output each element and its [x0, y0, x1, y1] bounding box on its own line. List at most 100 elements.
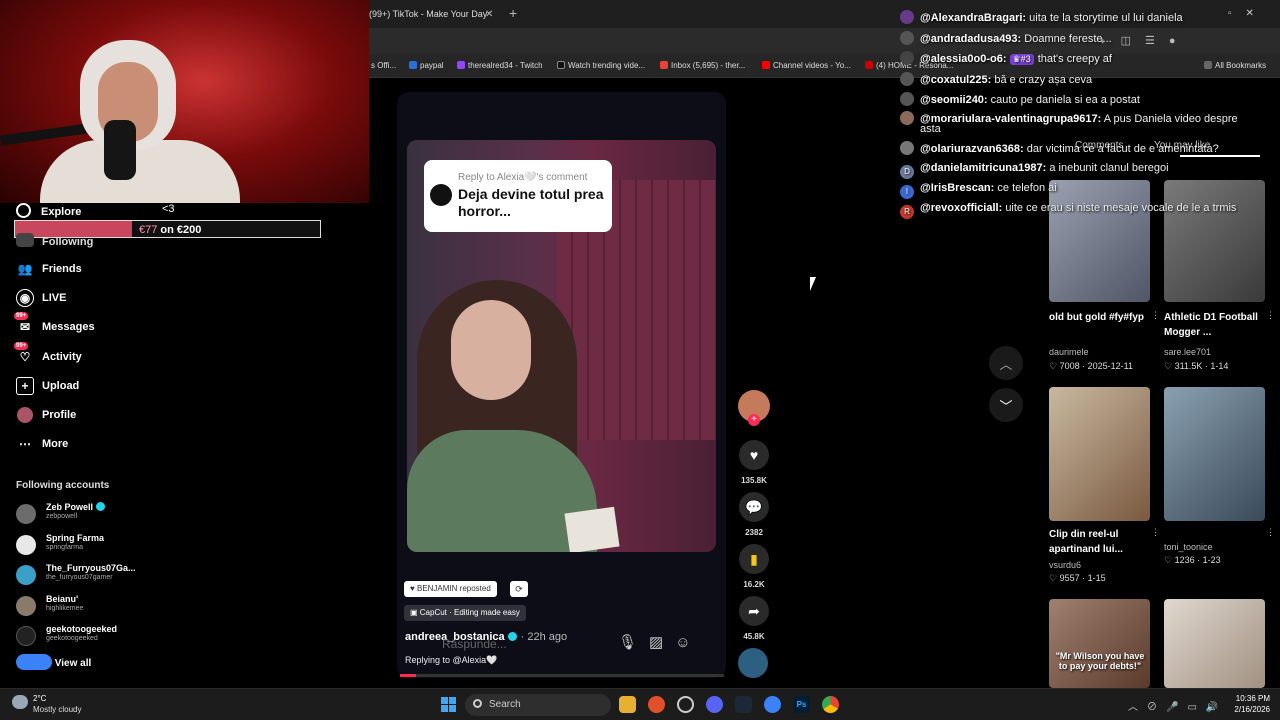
- chat-message-continuation: asta: [920, 123, 941, 135]
- chrome-icon[interactable]: [822, 696, 839, 713]
- messages-badge: 99+: [14, 312, 29, 320]
- tab-title: (99+) TikTok - Make Your Day: [369, 9, 488, 19]
- window-controls[interactable]: ▫✕: [1228, 8, 1268, 19]
- browser-tab[interactable]: (99+) TikTok - Make Your Day ✕: [369, 2, 499, 26]
- avatar: [430, 184, 452, 206]
- capcut-link[interactable]: ▣ CapCut · Editing made easy: [404, 605, 526, 621]
- compass-icon: [16, 203, 31, 218]
- nav-messages[interactable]: ✉ 99+ Messages: [14, 312, 95, 336]
- nav-live[interactable]: ◉ LIVE: [16, 289, 66, 307]
- more-options-icon[interactable]: ⋮: [1266, 310, 1275, 321]
- bookmark-gmail[interactable]: Inbox (5,695) - ther...: [660, 61, 745, 70]
- nav-upload[interactable]: + Upload: [16, 377, 79, 395]
- search-icon: [473, 699, 482, 708]
- reply-comment-sticker: Reply to Alexia🤍's comment Deja devine t…: [424, 160, 612, 232]
- save-count: 16.2K: [743, 580, 765, 589]
- avatar: [900, 10, 914, 24]
- reply-tools[interactable]: 🎙▨☺: [618, 633, 703, 651]
- windows-start-icon[interactable]: [441, 697, 456, 712]
- chat-message: @morariulara-valentinagrupa9617: A pus D…: [900, 111, 1238, 125]
- music-disc-icon[interactable]: [738, 648, 768, 678]
- microphone-icon[interactable]: 🎙: [618, 634, 649, 651]
- like-button[interactable]: ♥: [739, 440, 769, 470]
- avatar: [900, 51, 914, 65]
- emoji-icon[interactable]: ☺: [675, 634, 702, 651]
- next-video-button[interactable]: ﹀: [989, 388, 1023, 422]
- taskbar-search[interactable]: Search: [465, 694, 611, 716]
- bookmark-paypal[interactable]: paypal: [409, 61, 444, 70]
- upload-icon: +: [16, 377, 34, 395]
- bookmark-twitch[interactable]: therealred34 - Twitch: [457, 61, 543, 70]
- view-all-link[interactable]: View all: [16, 654, 91, 670]
- reply-input[interactable]: Răspunde...: [442, 637, 507, 651]
- share-button[interactable]: ➦: [739, 596, 769, 626]
- comment-count: 2382: [745, 528, 763, 537]
- file-explorer-icon[interactable]: [619, 696, 636, 713]
- comment-icon: 💬: [745, 498, 763, 515]
- windows-taskbar: 2°C Mostly cloudy Search Ps ︿⊘🎤▭🔊 10:36 …: [0, 688, 1280, 720]
- close-icon[interactable]: ✕: [485, 9, 493, 20]
- verified-icon: [96, 502, 106, 511]
- previous-video-button[interactable]: ︿: [989, 346, 1023, 380]
- more-options-icon[interactable]: ⋮: [1151, 310, 1160, 321]
- avatar: [16, 596, 36, 616]
- weather-temperature[interactable]: 2°C: [33, 694, 46, 703]
- video-thumbnail: [1164, 599, 1265, 688]
- image-icon[interactable]: ▨: [649, 634, 675, 651]
- comment-button[interactable]: 💬: [739, 492, 769, 522]
- steam-icon[interactable]: [735, 696, 752, 713]
- friends-icon: 👥: [17, 262, 33, 276]
- repost-icon[interactable]: ⟳: [510, 581, 528, 597]
- video-progress-bar[interactable]: [400, 674, 724, 677]
- bookmark-all[interactable]: All Bookmarks: [1204, 61, 1266, 70]
- chat-message: @alessia0o0-o6: ♛#3 that's creepy af: [900, 51, 1112, 65]
- bookmark-youtube[interactable]: Channel videos - Yo...: [762, 61, 851, 70]
- weather-condition[interactable]: Mostly cloudy: [33, 705, 81, 714]
- clock-date[interactable]: 2/16/2026: [1222, 705, 1270, 714]
- held-photo: [564, 506, 620, 552]
- avatar: [900, 72, 914, 86]
- account-item[interactable]: geekotoogeeked geekotoogeeked: [16, 624, 146, 648]
- more-options-icon[interactable]: ⋮: [1266, 527, 1275, 538]
- account-item[interactable]: Zeb Powell zebpowell: [16, 502, 146, 526]
- save-button[interactable]: ▮: [739, 544, 769, 574]
- nav-friends[interactable]: 👥 Friends: [16, 260, 82, 278]
- new-tab-icon[interactable]: +: [509, 5, 517, 21]
- system-tray-icons[interactable]: ︿⊘🎤▭🔊: [1128, 698, 1227, 713]
- screen: (99+) TikTok - Make Your Day ✕ + s Offi.…: [0, 0, 1280, 720]
- nav-profile[interactable]: Profile: [16, 406, 76, 424]
- chat-message: R @revoxofficiall: uite ce erau si niste …: [900, 202, 1236, 219]
- bookmark[interactable]: s Offi...: [371, 61, 396, 70]
- settings-icon[interactable]: [677, 696, 694, 713]
- like-count: 135.8K: [741, 476, 767, 485]
- video-progress-fill: [400, 674, 417, 677]
- chat-message: @coxatul225: bă e crazy așa ceva: [900, 72, 1092, 86]
- avatar: [16, 504, 36, 524]
- avatar: [16, 535, 36, 555]
- account-item[interactable]: Spring Farma springfarma: [16, 533, 146, 557]
- heart-emoticon: <3: [162, 203, 175, 215]
- discord-icon[interactable]: [706, 696, 723, 713]
- photoshop-icon[interactable]: Ps: [793, 696, 810, 713]
- firefox-icon[interactable]: [648, 696, 665, 713]
- clock-time[interactable]: 10:36 PM: [1222, 694, 1270, 703]
- chevron-up-icon: ︿: [999, 356, 1013, 372]
- bookmark-tiktok[interactable]: Watch trending vide...: [557, 61, 645, 70]
- donation-goal-text: €77 on €200: [139, 224, 202, 236]
- bookmark-icon: ▮: [750, 550, 758, 567]
- streamer-webcam: [0, 0, 369, 203]
- follow-plus-icon[interactable]: +: [748, 414, 760, 426]
- following-accounts-title: Following accounts: [16, 480, 110, 491]
- app-icon[interactable]: [764, 696, 781, 713]
- extension-icons[interactable]: ◐◫☰●: [1100, 34, 1190, 47]
- more-options-icon[interactable]: ⋮: [1151, 527, 1160, 538]
- more-icon: ⋯: [19, 437, 31, 451]
- nav-explore[interactable]: Explore: [16, 203, 81, 218]
- avatar: R: [900, 205, 914, 219]
- replying-to-label: Replying to @Alexia🤍: [405, 655, 498, 665]
- account-item[interactable]: The_Furryous07Ga... the_furryous07gamer: [16, 563, 146, 587]
- nav-following[interactable]: Following: [16, 233, 93, 248]
- nav-activity[interactable]: ♡ 99+ Activity: [14, 342, 82, 366]
- account-item[interactable]: Beianu' highlikemee: [16, 594, 146, 618]
- nav-more[interactable]: ⋯ More: [16, 435, 68, 453]
